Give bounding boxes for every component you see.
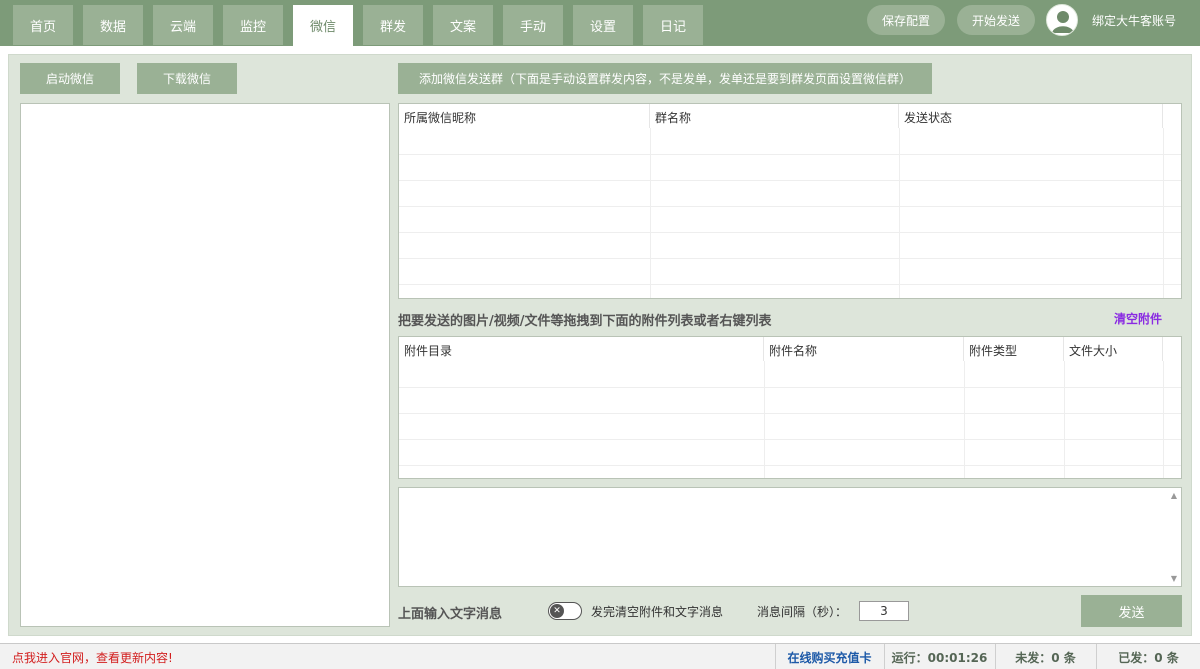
running-time: 运行：00:01:26 [884,644,994,669]
add-wechat-group-button[interactable]: 添加微信发送群（下面是手动设置群发内容，不是发单，发单还是要到群发页面设置微信群… [398,63,932,94]
table-column-divider [1163,361,1164,478]
user-icon [1052,11,1074,33]
column-header-attachment-type[interactable]: 附件类型 [964,337,1064,361]
table-column-divider [1163,128,1164,298]
start-send-button[interactable]: 开始发送 [957,5,1035,35]
wechat-account-list[interactable] [20,103,390,627]
table-column-divider [1064,361,1065,478]
attachment-hint: 把要发送的图片/视频/文件等拖拽到下面的附件列表或者右键列表 [398,314,772,329]
message-interval-input[interactable]: 3 [859,601,909,621]
clear-after-send-toggle[interactable]: ✕ [548,602,582,620]
status-bar: 点我进入官网，查看更新内容! 在线购买充值卡 运行：00:01:26 未发：0 … [0,643,1200,669]
close-icon: ✕ [550,604,564,618]
wechat-main-panel: 启动微信 下载微信 添加微信发送群（下面是手动设置群发内容，不是发单，发单还是要… [8,54,1192,636]
tab-mass-send[interactable]: 群发 [363,5,423,45]
table-row [399,206,1181,207]
column-header-group-name[interactable]: 群名称 [650,104,899,128]
group-table-header: 所属微信昵称 群名称 发送状态 [399,104,1163,128]
table-column-divider [650,128,651,298]
table-column-divider [899,128,900,298]
save-config-button[interactable]: 保存配置 [867,5,945,35]
attachment-table-header: 附件目录 附件名称 附件类型 文件大小 [399,337,1163,361]
table-column-divider [764,361,765,478]
start-wechat-button[interactable]: 启动微信 [20,63,120,94]
table-row [399,180,1181,181]
message-interval-label: 消息间隔（秒）： [757,605,848,619]
scroll-up-icon[interactable]: ▲ [1171,491,1177,500]
unsent-count: 未发：0 条 [995,644,1095,669]
clear-after-send-label: 发完清空附件和文字消息 [591,605,724,619]
official-site-link[interactable]: 点我进入官网，查看更新内容! [12,649,173,666]
table-row [399,284,1181,285]
tab-settings[interactable]: 设置 [573,5,633,45]
tab-wechat[interactable]: 微信 [293,5,353,46]
tab-home[interactable]: 首页 [13,5,73,45]
message-input-label: 上面输入文字消息 [398,607,503,622]
top-navigation-bar: 首页 数据 云端 监控 微信 群发 文案 手动 设置 日记 保存配置 开始发送 … [0,0,1200,46]
tab-monitor[interactable]: 监控 [223,5,283,45]
message-textarea[interactable]: ▲ ▼ [398,487,1182,587]
tab-data[interactable]: 数据 [83,5,143,45]
table-row [399,258,1181,259]
tab-cloud[interactable]: 云端 [153,5,213,45]
column-header-file-size[interactable]: 文件大小 [1064,337,1163,361]
sent-count: 已发：0 条 [1096,644,1200,669]
column-header-nickname[interactable]: 所属微信昵称 [399,104,650,128]
column-header-attachment-dir[interactable]: 附件目录 [399,337,764,361]
column-header-attachment-name[interactable]: 附件名称 [764,337,964,361]
column-header-send-status[interactable]: 发送状态 [899,104,1163,128]
tab-copywriting[interactable]: 文案 [433,5,493,45]
group-table[interactable]: 所属微信昵称 群名称 发送状态 [398,103,1182,299]
table-column-divider [964,361,965,478]
clear-attachments-link[interactable]: 清空附件 [1114,310,1162,327]
attachment-table[interactable]: 附件目录 附件名称 附件类型 文件大小 [398,336,1182,479]
buy-recharge-card-link[interactable]: 在线购买充值卡 [775,644,883,669]
scroll-down-icon[interactable]: ▼ [1171,574,1177,583]
table-row [399,232,1181,233]
download-wechat-button[interactable]: 下载微信 [137,63,237,94]
table-row [399,154,1181,155]
bind-account-link[interactable]: 绑定大牛客账号 [1092,12,1176,29]
send-button[interactable]: 发送 [1081,595,1182,627]
avatar[interactable] [1046,4,1078,36]
tab-log[interactable]: 日记 [643,5,703,45]
tab-manual[interactable]: 手动 [503,5,563,45]
